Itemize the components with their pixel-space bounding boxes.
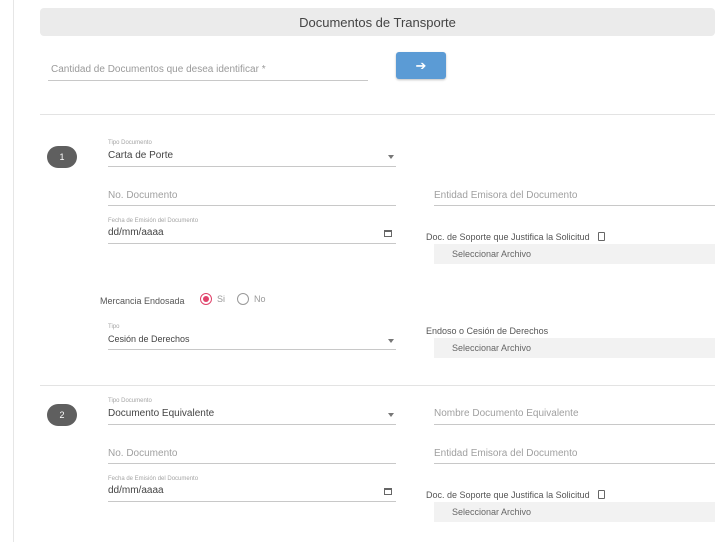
doc2-fecha-underline (108, 501, 396, 502)
doc2-no-documento-underline (108, 463, 396, 464)
mercancia-si-label: Si (217, 294, 226, 304)
doc1-tipo-select[interactable]: Carta de Porte (108, 148, 396, 166)
document-count-underline (48, 80, 368, 81)
doc1-soporte-text: Doc. de Soporte que Justifica la Solicit… (426, 232, 590, 242)
doc1-no-documento-underline (108, 205, 396, 206)
calendar-icon[interactable] (384, 230, 392, 237)
doc2-fecha-value: dd/mm/aaaa (108, 485, 164, 496)
doc1-fecha-label: Fecha de Emisión del Documento (108, 218, 199, 224)
document-1-badge: 1 (47, 146, 77, 168)
section-divider (40, 114, 715, 115)
doc1-fecha-input[interactable]: dd/mm/aaaa (108, 226, 396, 242)
caret-down-icon (388, 155, 394, 159)
doc1-tipo-label: Tipo Documento (108, 140, 152, 146)
mercancia-no-label: No (254, 294, 266, 304)
doc2-no-documento-input[interactable]: No. Documento (108, 448, 396, 462)
doc2-tipo-select[interactable]: Documento Equivalente (108, 406, 396, 424)
page-frame-border (13, 0, 14, 542)
doc1-entidad-input[interactable]: Entidad Emisora del Documento (434, 190, 715, 204)
section-title: Documentos de Transporte (299, 14, 456, 30)
calendar-icon[interactable] (384, 488, 392, 495)
doc2-soporte-label: Doc. de Soporte que Justifica la Solicit… (426, 490, 606, 500)
doc1-entidad-underline (434, 205, 715, 206)
caret-down-icon (388, 339, 394, 343)
document-count-input[interactable]: Cantidad de Documentos que desea identif… (51, 64, 266, 75)
arrow-right-icon: ➔ (415, 57, 427, 73)
doc1-tipo-underline (108, 166, 396, 167)
document-divider (40, 385, 715, 386)
doc2-entidad-underline (434, 463, 715, 464)
document-icon (598, 490, 606, 499)
doc2-fecha-input[interactable]: dd/mm/aaaa (108, 484, 396, 500)
doc2-fecha-label: Fecha de Emisión del Documento (108, 476, 199, 482)
document-icon (598, 232, 606, 241)
doc1-fecha-underline (108, 243, 396, 244)
doc1-endoso-label: Endoso o Cesión de Derechos (426, 326, 549, 336)
mercancia-si-radio[interactable] (200, 293, 212, 305)
doc2-tipo-underline (108, 424, 396, 425)
mercancia-endosada-label: Mercancia Endosada (100, 296, 185, 306)
doc2-nombre-equivalente-input[interactable]: Nombre Documento Equivalente (434, 408, 715, 422)
doc2-nombre-equivalente-underline (434, 424, 715, 425)
doc2-select-file-button[interactable]: Seleccionar Archivo (434, 502, 715, 522)
section-header: Documentos de Transporte (40, 8, 715, 36)
doc2-entidad-input[interactable]: Entidad Emisora del Documento (434, 448, 715, 462)
mercancia-no-radio[interactable] (237, 293, 249, 305)
doc1-no-documento-input[interactable]: No. Documento (108, 190, 396, 204)
submit-count-button[interactable]: ➔ (396, 52, 446, 79)
doc1-tipo-value: Carta de Porte (108, 150, 174, 161)
doc1-tipo2-label: Tipo (108, 324, 120, 330)
doc1-fecha-value: dd/mm/aaaa (108, 227, 164, 238)
doc1-tipo2-select[interactable]: Cesión de Derechos (108, 332, 396, 348)
doc1-tipo2-underline (108, 349, 396, 350)
doc1-select-file-button[interactable]: Seleccionar Archivo (434, 244, 715, 264)
doc2-soporte-text: Doc. de Soporte que Justifica la Solicit… (426, 490, 590, 500)
doc2-tipo-value: Documento Equivalente (108, 408, 215, 419)
document-2-badge: 2 (47, 404, 77, 426)
doc1-tipo2-value: Cesión de Derechos (108, 334, 190, 344)
caret-down-icon (388, 413, 394, 417)
doc1-soporte-label: Doc. de Soporte que Justifica la Solicit… (426, 232, 606, 242)
doc1-endoso-file-button[interactable]: Seleccionar Archivo (434, 338, 715, 358)
doc2-tipo-label: Tipo Documento (108, 398, 152, 404)
